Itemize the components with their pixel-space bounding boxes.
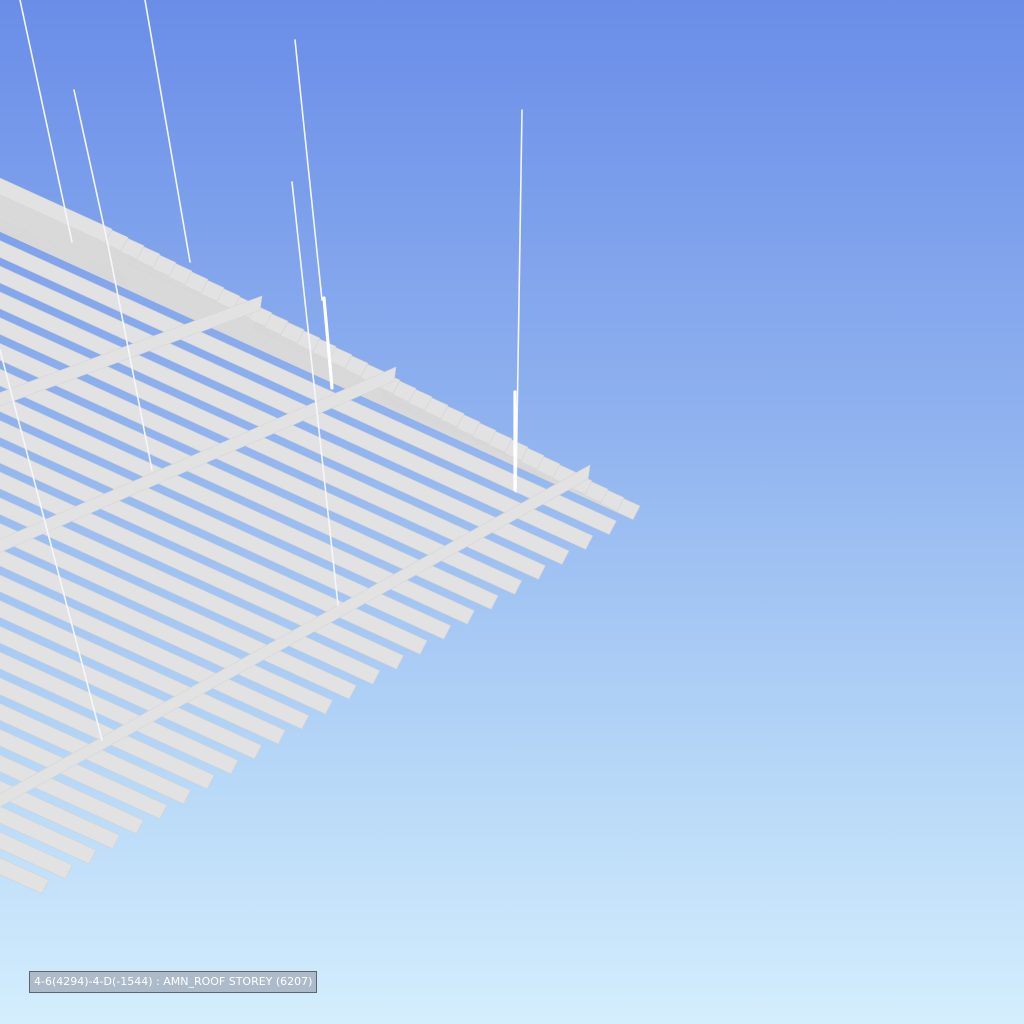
3d-viewport[interactable]: 4-6(4294)-4-D(-1544) : AMN_ROOF STOREY (… [0,0,1024,1024]
ceiling-grid-model[interactable] [0,0,1024,1024]
ceiling-slat [0,184,209,294]
hanger-rod [294,39,323,301]
hanger-rod [144,0,191,263]
element-info-label: 4-6(4294)-4-D(-1544) : AMN_ROOF STOREY (… [29,971,318,993]
hanger-rod [515,109,523,493]
